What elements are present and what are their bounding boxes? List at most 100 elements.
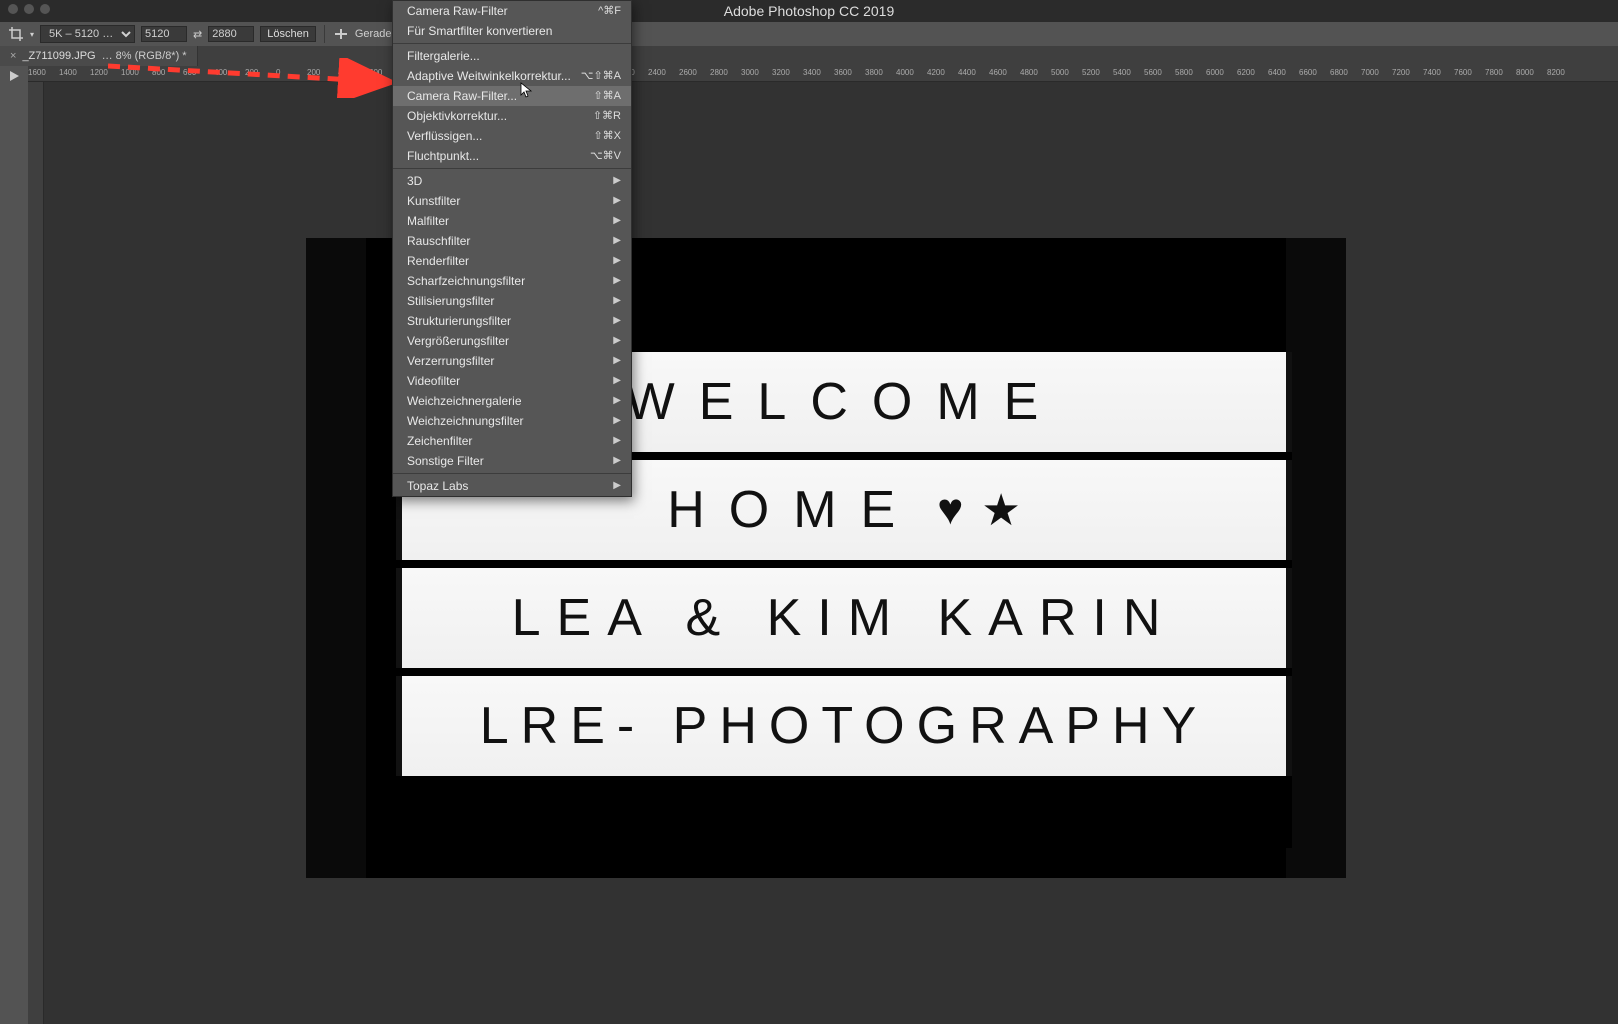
menu-item[interactable]: Renderfilter ▶ [393,251,631,271]
swap-dimensions-icon[interactable]: ⇄ [193,28,202,41]
menu-item[interactable]: Adaptive Weitwinkelkorrektur...⌥⇧⌘A [393,66,631,86]
menu-item[interactable]: Weichzeichnungsfilter▶ [393,411,631,431]
menu-item[interactable]: Objektivkorrektur...⇧⌘R [393,106,631,126]
play-icon[interactable] [8,70,20,1024]
menu-item-label: Rauschfilter [407,234,470,248]
ruler-tick: 4600 [989,68,1007,77]
menu-item-shortcut: ⇧⌘R [593,109,621,123]
menu-item[interactable]: Camera Raw-Filter...⇧⌘A [393,86,631,106]
menu-item[interactable]: Fluchtpunkt... ⌥⌘V [393,146,631,166]
menu-item[interactable]: Vergrößerungsfilter▶ [393,331,631,351]
menu-item-label: Fluchtpunkt... [407,149,479,163]
submenu-arrow-icon: ▶ [613,254,621,268]
ruler-tick: 1000 [121,68,139,77]
submenu-arrow-icon: ▶ [613,174,621,188]
mac-traffic-lights[interactable] [8,4,50,14]
menu-item-label: Weichzeichnungsfilter [407,414,524,428]
ruler-tick: 0 [276,68,280,77]
ruler-tick: 400 [338,68,351,77]
menu-item[interactable]: Videofilter▶ [393,371,631,391]
crop-height-input[interactable] [208,26,254,42]
ruler-tick: 5000 [1051,68,1069,77]
ruler-tick: 5400 [1113,68,1131,77]
menu-item-label: Scharfzeichnungsfilter [407,274,525,288]
menu-item[interactable]: Malfilter▶ [393,211,631,231]
submenu-arrow-icon: ▶ [613,434,621,448]
app-title: Adobe Photoshop CC 2019 [724,3,894,19]
filter-menu-dropdown[interactable]: Camera Raw-Filter^⌘F Für Smartfilter konv… [392,0,632,497]
straighten-icon[interactable] [333,26,349,42]
menu-item[interactable]: Filtergalerie... [393,46,631,66]
menu-item[interactable]: Für Smartfilter konvertieren [393,21,631,41]
options-bar: ▾ 5K – 5120 … ⇄ Löschen Gerade ausr [0,22,1618,46]
ruler-tick: 3200 [772,68,790,77]
horizontal-ruler: 1600140012001000800600400200020040060080… [28,66,1618,82]
menu-item[interactable]: Weichzeichnergalerie▶ [393,391,631,411]
menu-item-label: Strukturierungsfilter [407,314,511,328]
menu-item[interactable]: Kunstfilter▶ [393,191,631,211]
ruler-tick: 200 [307,68,320,77]
minimize-window-icon[interactable] [24,4,34,14]
menu-item[interactable]: Zeichenfilter▶ [393,431,631,451]
document-tab-info: … 8% (RGB/8*) * [102,50,187,62]
vertical-ruler [28,82,44,1024]
timeline-left-strip [0,66,28,1024]
ruler-tick: 2600 [679,68,697,77]
zoom-window-icon[interactable] [40,4,50,14]
ruler-tick: 800 [152,68,165,77]
window-titlebar: Adobe Photoshop CC 2019 [0,0,1618,22]
menu-separator [393,168,631,169]
clear-button[interactable]: Löschen [260,26,316,42]
ruler-tick: 1600 [28,68,46,77]
menu-item[interactable]: Topaz Labs ▶ [393,476,631,496]
ruler-tick: 2400 [648,68,666,77]
menu-item[interactable]: Verzerrungsfilter▶ [393,351,631,371]
ruler-tick: 6400 [1268,68,1286,77]
ruler-tick: 1400 [59,68,77,77]
ruler-tick: 7200 [1392,68,1410,77]
menu-item[interactable]: Strukturierungsfilter▶ [393,311,631,331]
submenu-arrow-icon: ▶ [613,334,621,348]
ruler-tick: 200 [245,68,258,77]
document-tabs-bar: × _Z711099.JPG … 8% (RGB/8*) * [0,46,1618,66]
menu-item[interactable]: Scharfzeichnungsfilter▶ [393,271,631,291]
ruler-tick: 7000 [1361,68,1379,77]
menu-item-label: Für Smartfilter konvertieren [407,24,552,38]
submenu-arrow-icon: ▶ [613,294,621,308]
crop-tool-icon[interactable] [8,26,24,42]
ruler-tick: 5200 [1082,68,1100,77]
menu-item-label: Weichzeichnergalerie [407,394,522,408]
close-tab-icon[interactable]: × [10,50,16,62]
menu-item[interactable]: Camera Raw-Filter^⌘F [393,1,631,21]
menu-item[interactable]: 3D▶ [393,171,631,191]
menu-item-label: Verflüssigen... [407,129,482,143]
ruler-tick: 6800 [1330,68,1348,77]
ruler-tick: 4400 [958,68,976,77]
menu-item-shortcut: ⇧⌘A [593,89,621,103]
submenu-arrow-icon: ▶ [613,454,621,468]
dropdown-arrow-icon[interactable]: ▾ [30,30,34,39]
crop-width-input[interactable] [141,26,187,42]
submenu-arrow-icon: ▶ [613,479,621,493]
menu-item[interactable]: Rauschfilter▶ [393,231,631,251]
ruler-tick: 3800 [865,68,883,77]
menu-item-label: Topaz Labs [407,479,468,493]
canvas-area[interactable]: WELCOME HOME ♥ ★ LEA & KIM KARIN LRE- PH… [44,82,1618,1024]
menu-item-label: Verzerrungsfilter [407,354,494,368]
menu-item-shortcut: ⌥⌘V [590,149,621,163]
document-tab[interactable]: × _Z711099.JPG … 8% (RGB/8*) * [0,46,198,66]
ruler-tick: 8000 [1516,68,1534,77]
menu-item[interactable]: Sonstige Filter▶ [393,451,631,471]
menu-item-label: Stilisierungsfilter [407,294,494,308]
menu-item-label: Renderfilter [407,254,469,268]
menu-item-shortcut: ⌥⇧⌘A [581,69,621,83]
ruler-tick: 6200 [1237,68,1255,77]
menu-item-label: Malfilter [407,214,449,228]
menu-item[interactable]: Stilisierungsfilter ▶ [393,291,631,311]
menu-separator [393,43,631,44]
close-window-icon[interactable] [8,4,18,14]
menu-item-label: Camera Raw-Filter [407,4,508,18]
ruler-tick: 8200 [1547,68,1565,77]
crop-ratio-select[interactable]: 5K – 5120 … [40,25,135,43]
menu-item[interactable]: Verflüssigen...⇧⌘X [393,126,631,146]
